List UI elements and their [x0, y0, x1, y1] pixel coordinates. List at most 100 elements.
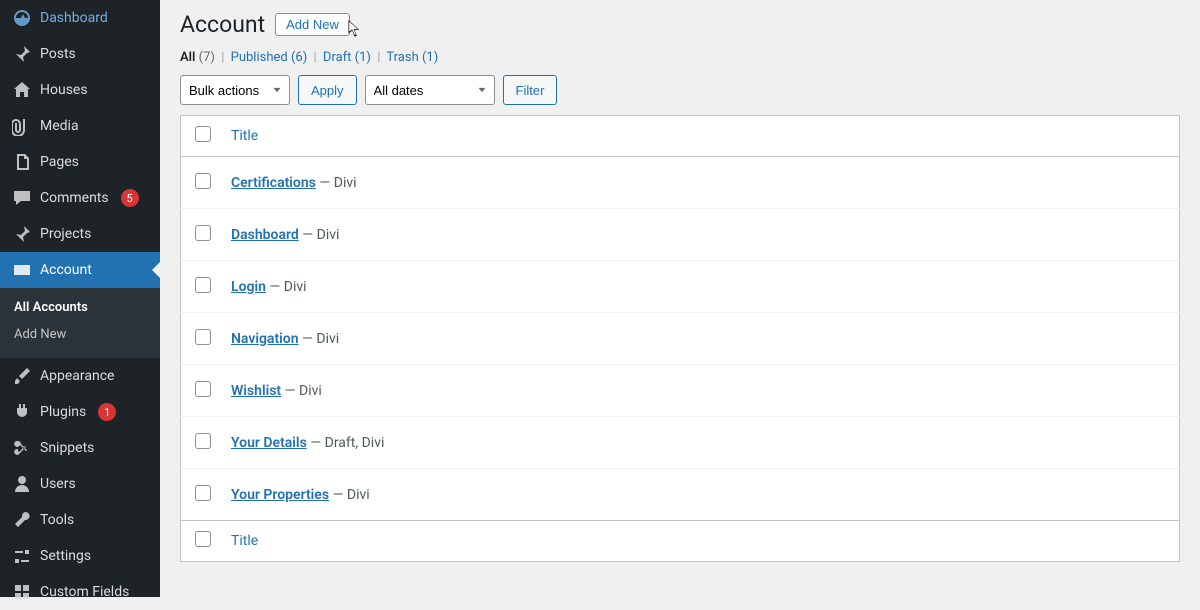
sidebar-item-houses[interactable]: Houses — [0, 72, 160, 108]
page-header: Account Add New — [180, 10, 1180, 38]
sidebar-item-label: Plugins — [40, 404, 86, 420]
select-all-checkbox-footer[interactable] — [195, 531, 211, 547]
card-icon — [12, 260, 32, 280]
table-row: Your Properties — Divi — [181, 469, 1180, 521]
row-state: — Draft, Divi — [310, 435, 384, 451]
filter-all-count: (7) — [199, 50, 215, 65]
main-content: Account Add New All (7) | Published (6) … — [160, 0, 1200, 597]
plug-icon — [12, 402, 32, 422]
filter-trash-label: Trash — [386, 50, 418, 65]
table-row: Navigation — Divi — [181, 313, 1180, 365]
add-new-button[interactable]: Add New — [275, 13, 350, 36]
sidebar-subitem-add-new[interactable]: Add New — [0, 321, 160, 348]
row-title-cell: Your Properties — Divi — [221, 469, 1180, 521]
status-filters: All (7) | Published (6) | Draft (1) | Tr… — [180, 50, 1180, 65]
sidebar-item-label: Settings — [40, 548, 91, 564]
dashboard-icon — [12, 8, 32, 28]
update-badge: 1 — [98, 403, 116, 421]
apply-button[interactable]: Apply — [298, 75, 357, 105]
comment-icon — [12, 188, 32, 208]
update-badge: 5 — [121, 189, 139, 207]
table-row: Your Details — Draft, Divi — [181, 417, 1180, 469]
sliders-icon — [12, 546, 32, 566]
sidebar-item-pages[interactable]: Pages — [0, 144, 160, 180]
row-state: — Divi — [302, 227, 339, 243]
sidebar-item-appearance[interactable]: Appearance — [0, 358, 160, 394]
sidebar-item-label: Projects — [40, 226, 91, 242]
sidebar-subitem-all-accounts[interactable]: All Accounts — [0, 294, 160, 321]
row-title-link[interactable]: Your Details — [231, 435, 307, 451]
row-state: — Divi — [269, 279, 306, 295]
date-filter-select[interactable]: All dates — [365, 75, 495, 105]
row-title-cell: Certifications — Divi — [221, 157, 1180, 209]
select-all-checkbox[interactable] — [195, 126, 211, 142]
sidebar-item-tools[interactable]: Tools — [0, 502, 160, 538]
row-title-link[interactable]: Wishlist — [231, 383, 281, 399]
row-state: — Divi — [333, 487, 370, 503]
title-column-header[interactable]: Title — [221, 116, 1180, 157]
sidebar-item-settings[interactable]: Settings — [0, 538, 160, 574]
filter-published[interactable]: Published (6) — [231, 50, 311, 65]
sidebar-item-label: Custom Fields — [40, 584, 129, 600]
user-icon — [12, 474, 32, 494]
pin-icon — [12, 224, 32, 244]
row-checkbox[interactable] — [195, 433, 211, 449]
sidebar-item-users[interactable]: Users — [0, 466, 160, 502]
filter-trash-count: (1) — [422, 50, 438, 65]
sidebar-item-label: Pages — [40, 154, 79, 170]
sidebar-item-plugins[interactable]: Plugins 1 — [0, 394, 160, 430]
row-checkbox[interactable] — [195, 381, 211, 397]
scissors-icon — [12, 438, 32, 458]
sidebar-item-label: Snippets — [40, 440, 94, 456]
filter-button[interactable]: Filter — [503, 75, 558, 105]
table-row: Wishlist — Divi — [181, 365, 1180, 417]
admin-sidebar: Dashboard Posts Houses Media Pages Comments 5 P… — [0, 0, 160, 597]
row-checkbox[interactable] — [195, 173, 211, 189]
sidebar-item-snippets[interactable]: Snippets — [0, 430, 160, 466]
row-title-link[interactable]: Login — [231, 279, 266, 295]
filter-trash[interactable]: Trash (1) — [386, 50, 438, 65]
pin-icon — [12, 44, 32, 64]
sidebar-item-label: Houses — [40, 82, 88, 98]
row-title-cell: Navigation — Divi — [221, 313, 1180, 365]
grid-icon — [12, 582, 32, 602]
brush-icon — [12, 366, 32, 386]
bulk-actions-select[interactable]: Bulk actions — [180, 75, 290, 105]
row-title-cell: Dashboard — Divi — [221, 209, 1180, 261]
filter-draft[interactable]: Draft (1) — [323, 50, 374, 65]
row-title-cell: Wishlist — Divi — [221, 365, 1180, 417]
row-title-cell: Your Details — Draft, Divi — [221, 417, 1180, 469]
row-checkbox[interactable] — [195, 277, 211, 293]
row-state: — Divi — [285, 383, 322, 399]
row-title-link[interactable]: Navigation — [231, 331, 299, 347]
filter-draft-label: Draft — [323, 50, 352, 65]
page-title: Account — [180, 11, 265, 38]
cursor-icon — [348, 20, 364, 38]
sidebar-item-label: Posts — [40, 46, 76, 62]
sidebar-item-media[interactable]: Media — [0, 108, 160, 144]
sidebar-item-comments[interactable]: Comments 5 — [0, 180, 160, 216]
sidebar-item-label: Appearance — [40, 368, 114, 384]
row-checkbox[interactable] — [195, 485, 211, 501]
sidebar-item-projects[interactable]: Projects — [0, 216, 160, 252]
sidebar-item-custom-fields[interactable]: Custom Fields — [0, 574, 160, 610]
sidebar-item-label: Comments — [40, 190, 109, 206]
sidebar-item-dashboard[interactable]: Dashboard — [0, 0, 160, 36]
filter-all-label: All — [180, 50, 195, 65]
row-title-link[interactable]: Dashboard — [231, 227, 299, 243]
row-state: — Divi — [319, 175, 356, 191]
home-icon — [12, 80, 32, 100]
row-title-link[interactable]: Certifications — [231, 175, 316, 191]
filter-draft-count: (1) — [355, 50, 371, 65]
title-column-footer[interactable]: Title — [221, 521, 1180, 562]
filter-all[interactable]: All (7) — [180, 50, 218, 65]
sidebar-item-posts[interactable]: Posts — [0, 36, 160, 72]
row-title-link[interactable]: Your Properties — [231, 487, 329, 503]
select-all-header — [181, 116, 222, 157]
sidebar-item-account[interactable]: Account — [0, 252, 160, 288]
wrench-icon — [12, 510, 32, 530]
table-row: Dashboard — Divi — [181, 209, 1180, 261]
row-checkbox[interactable] — [195, 225, 211, 241]
filter-published-label: Published — [231, 50, 288, 65]
row-checkbox[interactable] — [195, 329, 211, 345]
